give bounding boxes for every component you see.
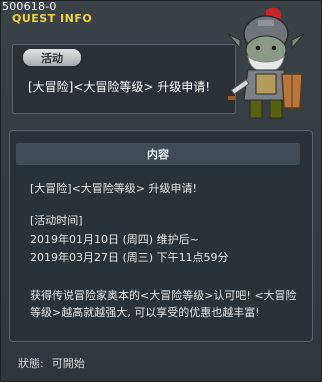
content-header: 内容 — [16, 143, 300, 165]
status-value: 可開始 — [51, 357, 85, 370]
quest-name: [大冒险]<大冒险等级> 升级申请! — [28, 80, 211, 94]
content-line: [大冒险]<大冒险等级> 升级申请! — [30, 182, 197, 195]
content-line: 2019年03月27日 (周三) 下午11点59分 — [30, 251, 229, 264]
status-label: 狀態: — [18, 357, 44, 370]
content-line: [活动时间] — [30, 214, 83, 227]
event-tag: 活动 — [23, 49, 81, 66]
window-title: QUEST INFO — [12, 12, 93, 25]
content-line: 等级>越高就越强大, 可以享受的优惠也越丰富! — [30, 306, 260, 319]
quest-status: 狀態: 可開始 — [18, 355, 85, 371]
content-line: 获得传说冒险家奥本的<大冒险等级>认可吧! <大冒险 — [30, 289, 297, 302]
content-line: 2019年01月10日 (周四) 维护后~ — [30, 233, 199, 246]
npc-portrait-icon — [227, 7, 305, 119]
